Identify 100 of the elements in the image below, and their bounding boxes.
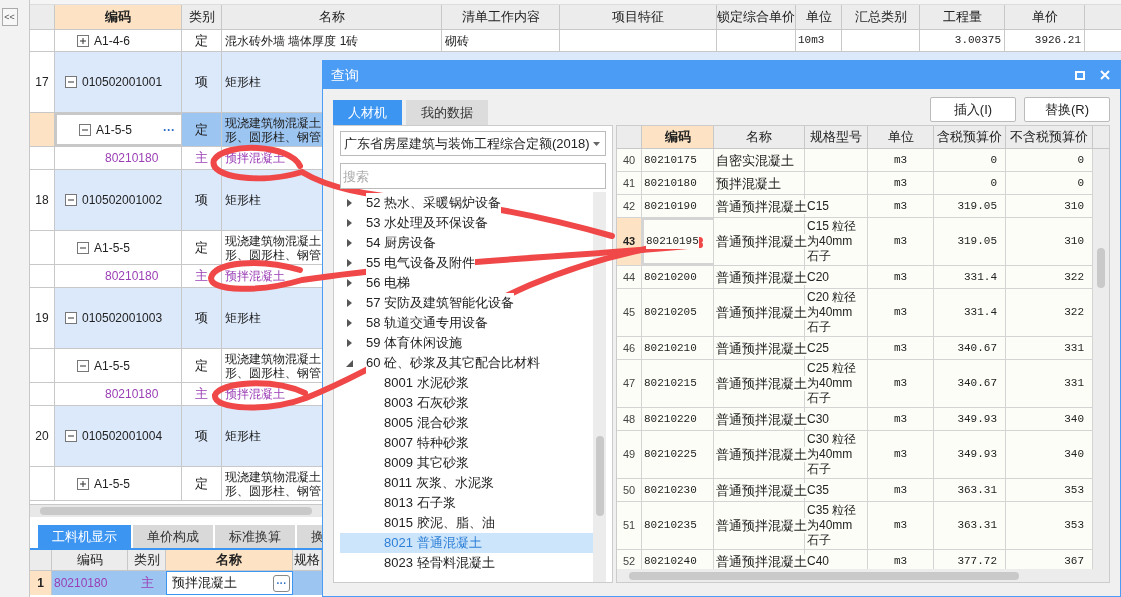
horizontal-scrollbar[interactable] [617, 569, 1109, 582]
caret-down-icon[interactable] [346, 359, 353, 367]
column-header[interactable]: 编码 [55, 5, 182, 29]
code-cell: 80210195 [646, 234, 699, 249]
more-button[interactable]: ··· [273, 574, 290, 592]
code-text: 010502001003 [82, 310, 163, 327]
column-header[interactable]: 锁定综合单价 [717, 5, 796, 29]
code-cell[interactable]: A1-5-5 ··· [55, 113, 182, 146]
tree-item[interactable]: 53 水处理及环保设备 [340, 213, 593, 233]
row-number: 48 [617, 408, 642, 430]
dialog-tab[interactable]: 我的数据 [406, 100, 488, 125]
name-cell: 矩形柱 [222, 52, 322, 112]
tree-item[interactable]: 8005 混合砂浆 [340, 413, 593, 433]
caret-right-icon[interactable] [346, 319, 353, 327]
collapse-icon[interactable] [65, 76, 77, 88]
column-header[interactable]: 单位 [868, 126, 934, 148]
name-field[interactable]: 预拌混凝土 ··· [166, 571, 293, 595]
expand-icon[interactable] [77, 477, 89, 490]
more-button[interactable]: ··· [163, 120, 175, 139]
tree-item[interactable]: 54 厨房设备 [340, 233, 593, 253]
dialog-button[interactable]: 替换(R) [1024, 97, 1110, 122]
code-cell[interactable]: 010502001004 [55, 406, 182, 466]
name-cell: 自密实混凝土 [716, 152, 794, 168]
maximize-icon[interactable] [1075, 70, 1085, 80]
column-header[interactable]: 编码 [642, 126, 714, 148]
close-icon[interactable] [1100, 70, 1110, 80]
tree-item[interactable]: 8023 轻骨料混凝土 [340, 553, 593, 573]
name-cell: 普通预拌混凝土 [716, 305, 807, 320]
column-header[interactable]: 类别 [182, 5, 222, 29]
horizontal-scrollbar[interactable] [30, 505, 322, 517]
name-cell: 普通预拌混凝土 [716, 269, 807, 285]
code-text: A1-5-5 [94, 239, 131, 257]
unit-cell: 10m3 [796, 30, 842, 51]
tree-item[interactable]: 8001 水泥砂浆 [340, 373, 593, 393]
collapse-icon[interactable] [77, 359, 89, 372]
column-header[interactable]: 编码 [52, 550, 128, 570]
collapse-icon[interactable] [65, 312, 77, 324]
type-cell: 项 [182, 52, 222, 112]
tree-item[interactable]: 8009 其它砂浆 [340, 453, 593, 473]
code-cell[interactable]: 010502001002 [55, 170, 182, 230]
column-header[interactable]: 不含税预算价 [1006, 126, 1093, 148]
name-cell: 矩形柱 [222, 288, 322, 348]
code-cell[interactable]: 010502001001 [55, 52, 182, 112]
vertical-scrollbar[interactable] [593, 192, 606, 582]
column-header[interactable]: 单位 [796, 5, 842, 29]
column-header[interactable]: 名称 [166, 550, 293, 570]
code-cell[interactable]: 010502001003 [55, 288, 182, 348]
row-number: 51 [617, 502, 642, 549]
code-text: 80210180 [105, 386, 159, 403]
column-header[interactable]: 名称 [222, 5, 442, 29]
spec-cell [293, 571, 322, 595]
collapse-icon[interactable] [79, 123, 91, 136]
column-header[interactable]: 工程量 [920, 5, 1005, 29]
column-header[interactable]: 含税预算价 [934, 126, 1006, 148]
type-cell: 定 [182, 30, 222, 51]
caret-right-icon[interactable] [346, 339, 353, 347]
column-header[interactable]: 名称 [714, 126, 805, 148]
caret-right-icon[interactable] [346, 219, 353, 227]
column-header[interactable]: 清单工作内容 [442, 5, 560, 29]
code-text: A1-5-5 [96, 121, 133, 139]
name-cell: 普通预拌混凝土 [716, 447, 807, 462]
quantity-cell: 3.00375 [920, 30, 1005, 51]
code-text: 80210180 [105, 268, 159, 285]
collapse-icon[interactable] [65, 194, 77, 206]
quota-book-dropdown[interactable]: 广东省房屋建筑与装饰工程综合定额(2018) [340, 131, 606, 156]
search-field[interactable]: 搜索 [340, 163, 606, 189]
row-number: 50 [617, 479, 642, 501]
caret-right-icon[interactable] [346, 259, 353, 267]
tree-item[interactable]: 59 体育休闲设施 [340, 333, 593, 353]
row-number: 45 [617, 289, 642, 336]
column-header[interactable]: 单价 [1005, 5, 1085, 29]
collapse-icon[interactable] [77, 241, 89, 254]
name-cell: 现浇建筑物混凝土 形、圆形柱、钢管 [222, 113, 322, 146]
dialog-button[interactable]: 插入(I) [930, 97, 1016, 122]
tree-item[interactable]: 8007 特种砂浆 [340, 433, 593, 453]
row-number: 1 [30, 571, 52, 595]
vertical-scrollbar[interactable] [1093, 149, 1109, 569]
tree-item[interactable]: 8003 石灰砂浆 [340, 393, 593, 413]
tree-item[interactable]: 55 电气设备及附件 [340, 253, 593, 273]
caret-right-icon[interactable] [346, 299, 353, 307]
expand-icon[interactable] [77, 34, 89, 47]
detail-tab[interactable]: 单价构成 [133, 525, 213, 548]
collapse-icon[interactable] [65, 430, 77, 442]
caret-right-icon[interactable] [346, 199, 353, 207]
tree-item[interactable]: 58 轨道交通专用设备 [340, 313, 593, 333]
tree-item[interactable]: 8015 胶泥、脂、油 [340, 513, 593, 533]
caret-right-icon[interactable] [346, 239, 353, 247]
tree-item[interactable]: 56 电梯 [340, 273, 593, 293]
tree-item[interactable]: 8011 灰浆、水泥浆 [340, 473, 593, 493]
detail-tab[interactable]: 标准换算 [215, 525, 295, 548]
tree-item[interactable]: 8013 石子浆 [340, 493, 593, 513]
column-header[interactable]: 规格型号 [805, 126, 868, 148]
column-header[interactable]: 项目特征 [560, 5, 717, 29]
row-number: 46 [617, 337, 642, 359]
caret-right-icon[interactable] [346, 279, 353, 287]
name-cell: 预拌混凝土 [716, 175, 781, 191]
column-header[interactable]: 汇总类别 [842, 5, 920, 29]
price-cell: 3926.21 [1005, 30, 1085, 51]
collapse-sidebar-button[interactable]: << [1, 8, 18, 26]
code-cell: 80210180 [52, 571, 128, 595]
